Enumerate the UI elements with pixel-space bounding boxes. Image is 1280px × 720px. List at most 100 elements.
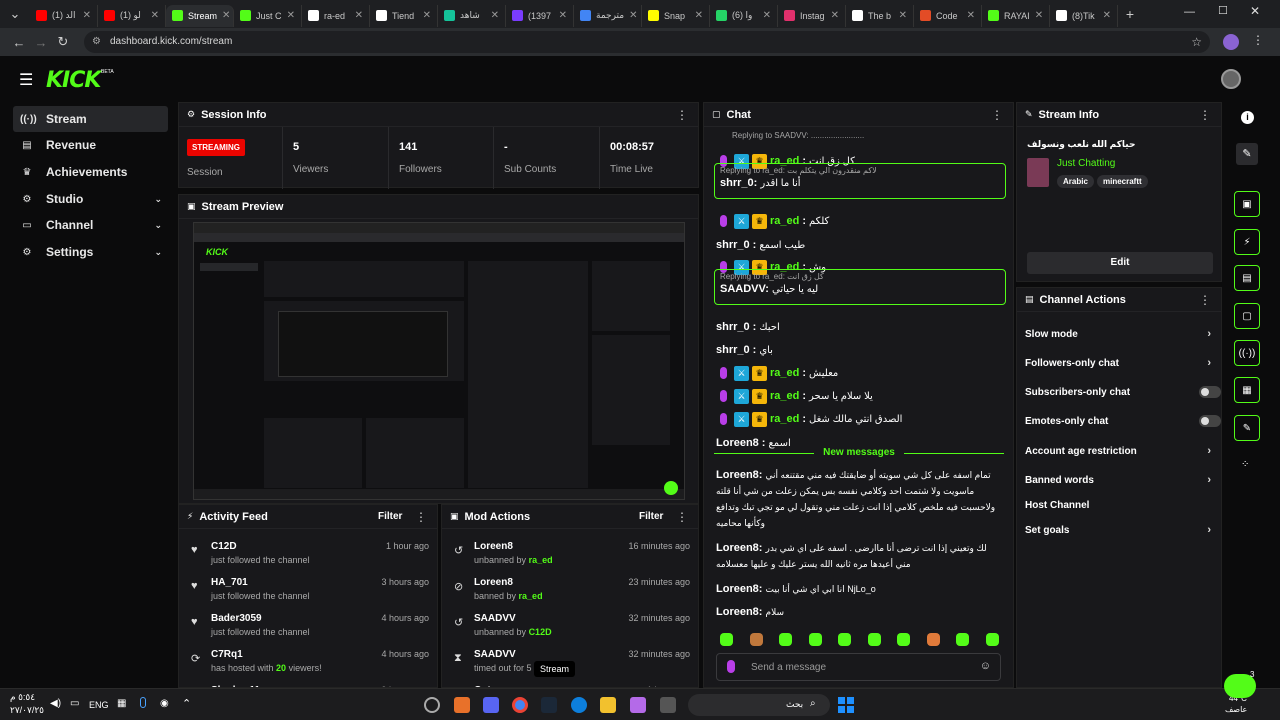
language-indicator[interactable]: ENG [89,700,109,710]
tray-chevron-icon[interactable]: ⌃ [182,697,191,710]
rail-chat-button[interactable]: ▢ [1234,303,1260,329]
emote-icon[interactable] [720,633,733,646]
mod-target-user[interactable]: SAADVV [474,613,516,624]
edit-button[interactable]: Edit [1027,252,1213,274]
tab-close-icon[interactable]: ✕ [151,10,159,21]
chat-message[interactable]: shrr_0: باي [716,340,996,360]
start-button[interactable] [838,697,854,713]
chat-message[interactable]: ⚔ ♛ ra_ed: معليش [716,363,996,383]
chat-message[interactable]: ⚔ ♛ ra_ed: يلا سلام يا سحر [716,386,996,406]
browser-tab[interactable]: شاهد ✕ [438,4,506,27]
stream-info-menu-icon[interactable]: ⋮ [1199,108,1211,122]
emote-icon[interactable] [897,633,910,646]
chat-username[interactable]: shrr_0 [720,177,754,189]
sidebar-item-revenue[interactable]: ▤ Revenue [13,132,168,158]
mod-target-user[interactable]: Loreen8 [474,577,513,588]
emote-icon[interactable] [838,633,851,646]
rail-preview-button[interactable]: ▣ [1234,191,1260,217]
chat-username[interactable]: ra_ed [770,390,799,402]
tab-close-icon[interactable]: ✕ [1103,10,1111,21]
chat-message[interactable]: Loreen8: لك وتعيني إذا انت ترضى أنا ماار… [716,540,1002,574]
browser-tab[interactable]: ra-ed ✕ [302,4,370,27]
reply-message[interactable]: Replying to ra_ed: كل زق انت SAADVV: ليه … [714,269,1006,305]
info-icon[interactable]: i [1241,111,1254,124]
mod-target-user[interactable]: Loreen8 [474,541,513,552]
sidebar-item-channel[interactable]: ▭ Channel ⌄ [13,212,168,238]
network-icon[interactable]: ▭ [70,698,79,709]
activity-filter-button[interactable]: Filter [378,511,402,522]
tab-close-icon[interactable]: ✕ [222,10,230,21]
profile-avatar[interactable] [1223,34,1239,50]
mod-target-user[interactable]: SAADVV [474,649,516,660]
chat-username[interactable]: ra_ed [770,215,799,227]
chat-username[interactable]: Loreen8 [716,583,759,595]
channel-action-subscribers-only-chat[interactable]: Subscribers-only chat [1025,386,1221,398]
emote-icon[interactable] [779,633,792,646]
tab-close-icon[interactable]: ✕ [1035,10,1043,21]
user-avatar[interactable] [1221,69,1241,89]
channel-action-followers-only-chat[interactable]: Followers-only chat › [1025,357,1217,369]
tab-close-icon[interactable]: ✕ [695,10,703,21]
tab-close-icon[interactable]: ✕ [559,10,567,21]
mod-menu-icon[interactable]: ⋮ [676,510,688,524]
browser-tab[interactable]: مترجمة ✕ [574,4,642,27]
browser-tab[interactable]: The b ✕ [846,4,914,27]
browser-tab[interactable]: Just C ✕ [234,4,302,27]
emote-icon[interactable] [956,633,969,646]
sidebar-item-stream[interactable]: ((·)) Stream [13,106,168,132]
rail-stream-button[interactable]: ((·)) [1234,340,1260,366]
browser-menu-icon[interactable]: ⋮ [1252,33,1264,47]
volume-icon[interactable]: ◀) [50,698,61,709]
chat-username[interactable]: Loreen8 [716,606,759,618]
emote-icon[interactable] [926,633,940,646]
new-tab-button[interactable]: + [1118,6,1142,22]
keyboard-icon[interactable]: ▦ [117,698,126,709]
chat-message[interactable]: ⚔ ♛ ra_ed: كلكم [716,211,996,231]
chat-username[interactable]: shrr_0 [716,344,750,356]
kick-logo[interactable]: KICK [46,68,101,93]
browser-tab[interactable]: Code ✕ [914,4,982,27]
chat-username[interactable]: Loreen8 [716,542,759,554]
activity-user[interactable]: Bader3059 [211,613,262,624]
maximize-button[interactable]: ☐ [1218,4,1228,17]
close-window-button[interactable]: ✕ [1250,4,1260,18]
emote-icon[interactable] [749,633,763,646]
hamburger-menu-icon[interactable]: ☰ [19,70,33,90]
minimize-button[interactable]: — [1184,6,1195,18]
chat-message[interactable]: Loreen8: سلام [716,604,1002,622]
sidebar-item-studio[interactable]: ⚙ Studio ⌄ [13,186,168,212]
channel-action-emotes-only-chat[interactable]: Emotes-only chat [1025,415,1221,427]
chat-username[interactable]: ra_ed [770,367,799,379]
chat-message[interactable]: Loreen8: انا ابي اي شي أنا بيت NjLo_o [716,581,1002,599]
browser-tab[interactable]: RAYAI ✕ [982,4,1050,27]
activity-user[interactable]: C7Rq1 [211,649,243,660]
tab-close-icon[interactable]: ✕ [491,10,499,21]
taskbar-app-1[interactable] [424,697,440,713]
taskbar-chrome-icon[interactable] [512,697,528,713]
rail-layout-button[interactable]: ▦ [1234,377,1260,403]
rail-mod-button[interactable]: ▤ [1234,265,1260,291]
rail-more-icon[interactable]: ⁘ [1241,459,1249,470]
forward-button[interactable]: → [30,35,52,50]
browser-tab[interactable]: Instag ✕ [778,4,846,27]
channel-action-set-goals[interactable]: Set goals › [1025,524,1217,536]
taskbar-copilot-icon[interactable] [630,697,646,713]
emote-icon[interactable] [808,633,822,646]
chat-input[interactable]: Send a message ☺ [716,653,1001,681]
chat-message[interactable]: shrr_0: احبك [716,317,996,337]
activity-user[interactable]: C12D [211,541,237,552]
reload-button[interactable]: ↻ [52,34,74,50]
chat-message[interactable]: shrr_0: طيب اسمع [716,235,996,255]
tab-close-icon[interactable]: ✕ [967,10,975,21]
chat-username[interactable]: ra_ed [770,413,799,425]
browser-tab[interactable]: (1397 ✕ [506,4,574,27]
mic-icon[interactable] [727,660,735,673]
rail-wrench-button[interactable]: ✎ [1234,415,1260,441]
chat-username[interactable]: shrr_0 [716,321,750,333]
tab-close-icon[interactable]: ✕ [423,10,431,21]
session-menu-icon[interactable]: ⋮ [676,108,688,122]
tab-close-icon[interactable]: ✕ [763,10,771,21]
channel-actions-menu-icon[interactable]: ⋮ [1199,293,1211,307]
toggle-switch[interactable] [1199,386,1221,398]
microphone-icon[interactable] [140,697,146,708]
